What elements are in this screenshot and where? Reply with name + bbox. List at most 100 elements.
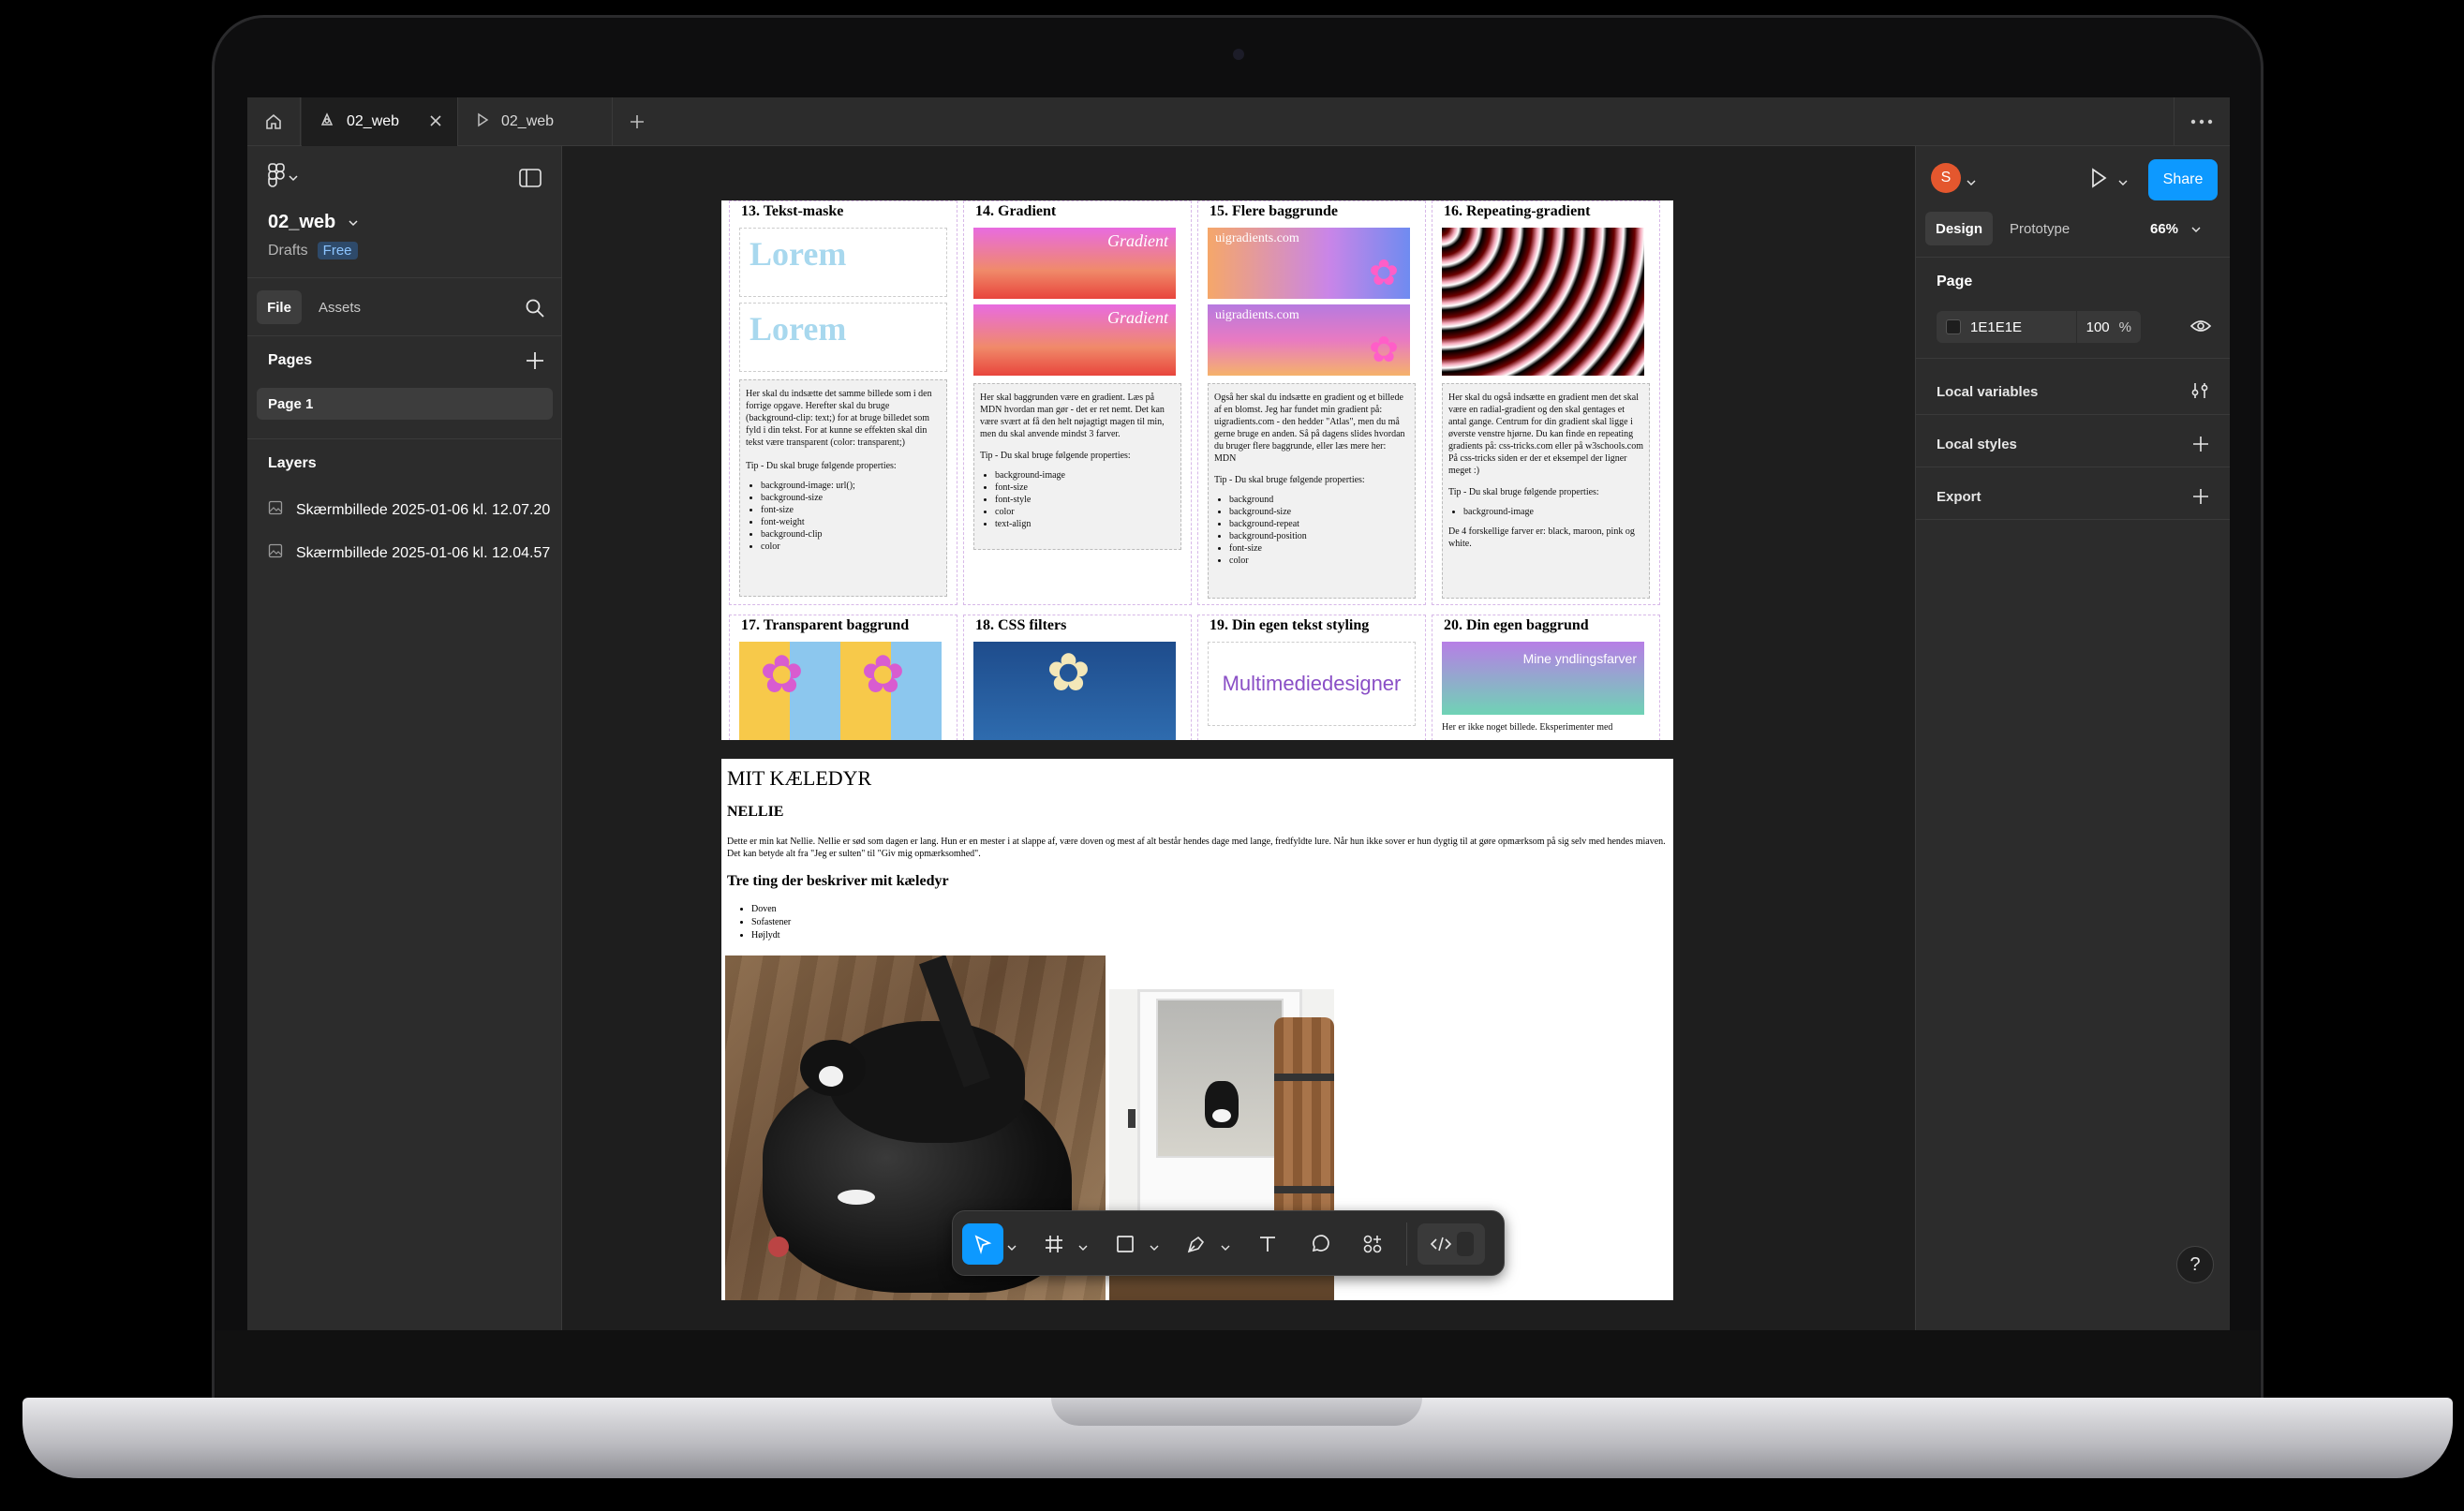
card-text: Her skal du indsætte det samme billede s… <box>746 389 932 448</box>
page-background-color-field[interactable]: 1E1E1E 100 % <box>1937 311 2141 343</box>
search-icon[interactable] <box>525 298 545 323</box>
card-title: 17. Transparent baggrund <box>741 617 910 633</box>
export-label[interactable]: Export <box>1937 489 1982 505</box>
pen-icon[interactable] <box>1176 1223 1217 1265</box>
card-title: 16. Repeating-gradient <box>1444 203 1591 219</box>
frame-icon[interactable] <box>1033 1223 1075 1265</box>
preview-label: uigradients.com <box>1215 231 1299 245</box>
more-options-icon[interactable] <box>2189 111 2215 133</box>
file-name-dropdown[interactable]: 02_web <box>268 212 358 233</box>
color-swatch <box>1946 319 1961 334</box>
actions-icon[interactable] <box>1352 1223 1393 1265</box>
new-tab-plus-icon[interactable] <box>626 111 648 133</box>
list-item: background-image: url(); <box>761 480 941 492</box>
layer-item[interactable]: Skærmbillede 2025-01-06 kl. 12.07.20 <box>268 500 568 520</box>
plan-badge: Free <box>317 242 358 259</box>
tab-bar: 02_web 02_web <box>247 97 2230 146</box>
tab-assets[interactable]: Assets <box>319 290 361 324</box>
card-title: 15. Flere baggrunde <box>1210 203 1339 219</box>
zoom-level: 66% <box>2150 220 2179 237</box>
card-extra: De 4 forskellige farver er: black, maroo… <box>1448 526 1635 549</box>
drafts-label[interactable]: Drafts <box>268 243 308 259</box>
tab-prototype-02-web[interactable]: 02_web <box>457 97 613 146</box>
preview-text-mask: Lorem <box>739 303 947 372</box>
sidebar-toggle-icon[interactable] <box>519 169 542 192</box>
pet-name: NELLIE <box>727 804 784 820</box>
flower-icon: ✿ <box>1369 254 1399 293</box>
right-panel: S Share Design Prototype 66% Page 1E1E1E… <box>1915 146 2230 1330</box>
card-title: 18. CSS filters <box>975 617 1067 633</box>
list-item: text-align <box>995 518 1175 530</box>
page-section-title: Page <box>1937 274 1973 289</box>
canvas[interactable]: 13. Tekst-maske Lorem Lorem Her skal du … <box>562 146 1915 1330</box>
laptop-notch <box>1051 1398 1422 1426</box>
page-opacity-value[interactable]: 100 <box>2086 319 2110 335</box>
flower-icon: ✿ <box>1046 644 1091 703</box>
preview-text-mask: Lorem <box>739 228 947 297</box>
comment-icon[interactable] <box>1299 1223 1341 1265</box>
add-page-plus-icon[interactable] <box>525 350 545 376</box>
preview-gradient: Gradient <box>973 304 1176 376</box>
list-item: Doven <box>751 903 791 916</box>
chevron-down-icon[interactable] <box>1221 1239 1230 1256</box>
variables-settings-icon[interactable] <box>2189 380 2210 406</box>
zoom-dropdown[interactable]: 66% <box>2150 212 2201 245</box>
flower-icon: ✿ <box>760 646 804 704</box>
add-style-plus-icon[interactable] <box>2191 435 2210 458</box>
list-item: background-position <box>1229 530 1409 542</box>
exercise-card-17: 17. Transparent baggrund ✿ ✿ <box>729 615 957 740</box>
figma-logo-icon <box>268 163 285 192</box>
home-icon[interactable] <box>260 109 287 135</box>
page-item-page-1[interactable]: Page 1 <box>257 388 553 420</box>
tab-file-02-web[interactable]: 02_web <box>302 97 457 146</box>
preview-text-styling: Multimediedesigner <box>1208 642 1416 726</box>
list-item: background-image <box>995 469 1175 481</box>
local-variables-label[interactable]: Local variables <box>1937 384 2038 400</box>
screenshot-frame-exercises[interactable]: 13. Tekst-maske Lorem Lorem Her skal du … <box>721 200 1673 740</box>
chevron-down-icon[interactable] <box>1150 1239 1159 1256</box>
card-tip: Tip - Du skal bruge følgende properties: <box>1214 475 1365 485</box>
preview-label: uigradients.com <box>1215 308 1299 322</box>
card-tip: Tip - Du skal bruge følgende properties: <box>1448 487 1599 497</box>
list-item: Sofastener <box>751 916 791 929</box>
eye-icon[interactable] <box>2189 317 2212 340</box>
list-item: background-size <box>761 492 941 504</box>
tab-file[interactable]: File <box>257 290 302 324</box>
pet-description: Dette er min kat Nellie. Nellie er sød s… <box>727 837 1666 859</box>
add-export-plus-icon[interactable] <box>2191 487 2210 511</box>
exercise-card-14: 14. Gradient Gradient Gradient Her skal … <box>963 200 1192 605</box>
list-item: color <box>761 541 941 553</box>
chevron-down-icon[interactable] <box>1967 174 1976 191</box>
main-menu-button[interactable] <box>268 163 298 192</box>
preview-transparent-background: ✿ ✿ <box>739 642 942 740</box>
card-description: Her skal du indsætte det samme billede s… <box>739 379 947 597</box>
pet-page-title: MIT KÆLEDYR <box>727 766 872 790</box>
local-styles-label[interactable]: Local styles <box>1937 437 2017 452</box>
chevron-down-icon[interactable] <box>1007 1239 1017 1256</box>
layer-item[interactable]: Skærmbillede 2025-01-06 kl. 12.04.57 <box>268 543 568 563</box>
chevron-down-icon[interactable] <box>2118 174 2128 191</box>
tab-prototype[interactable]: Prototype <box>2010 212 2070 245</box>
avatar[interactable]: S <box>1931 163 1961 193</box>
present-play-icon[interactable] <box>2088 167 2109 194</box>
text-icon[interactable] <box>1247 1223 1288 1265</box>
exercise-card-15: 15. Flere baggrunde uigradients.com ✿ ui… <box>1197 200 1426 605</box>
tab-design[interactable]: Design <box>1925 212 1993 245</box>
close-icon[interactable] <box>427 112 444 134</box>
layers-title: Layers <box>268 455 317 471</box>
card-title: 13. Tekst-maske <box>741 203 844 219</box>
help-button[interactable]: ? <box>2176 1246 2214 1283</box>
play-icon <box>475 111 490 133</box>
camera <box>1233 49 1244 60</box>
chevron-down-icon[interactable] <box>1078 1239 1088 1256</box>
card-title: 20. Din egen baggrund <box>1444 617 1589 633</box>
page-color-value: 1E1E1E <box>1970 318 2023 335</box>
rectangle-icon[interactable] <box>1105 1223 1146 1265</box>
share-button[interactable]: Share <box>2148 159 2218 200</box>
dev-mode-icon[interactable] <box>1418 1223 1485 1265</box>
file-name: 02_web <box>268 212 336 232</box>
move-icon[interactable] <box>962 1223 1003 1265</box>
list-item: color <box>995 506 1175 518</box>
layer-name: Skærmbillede 2025-01-06 kl. 12.04.57 <box>296 544 551 561</box>
card-tip: Tip - Du skal bruge følgende properties: <box>980 451 1131 461</box>
